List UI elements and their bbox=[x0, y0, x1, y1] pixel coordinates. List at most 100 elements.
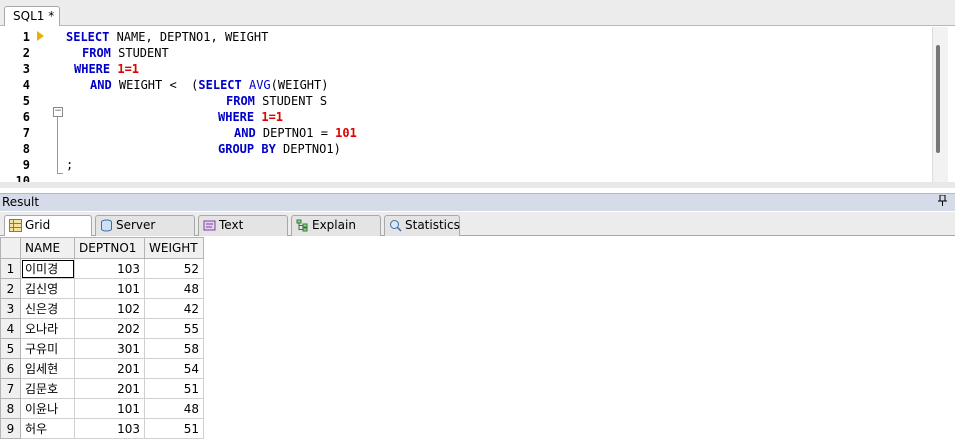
tab-server-output[interactable]: Server Output bbox=[95, 215, 195, 251]
kw-by: BY bbox=[261, 142, 276, 156]
cell-deptno1[interactable]: 102 bbox=[74, 298, 145, 319]
line-number: 4 bbox=[22, 78, 30, 92]
cell-deptno1[interactable]: 202 bbox=[74, 318, 145, 339]
table-row[interactable]: 4 오나라 202 55 bbox=[0, 318, 204, 339]
kw-select: SELECT bbox=[66, 30, 110, 44]
code-line-3: WHERE 1=1 bbox=[74, 62, 139, 76]
code-semicolon: ; bbox=[66, 158, 74, 172]
row-number[interactable]: 7 bbox=[0, 378, 21, 399]
table-row[interactable]: 5 구유미 301 58 bbox=[0, 338, 204, 359]
line-number: 1 bbox=[22, 30, 30, 44]
cell-name[interactable]: 이미경 bbox=[20, 258, 75, 279]
cell-deptno1[interactable]: 101 bbox=[74, 278, 145, 299]
grid-result-icon bbox=[9, 219, 22, 232]
code-column: DEPTNO1) bbox=[275, 142, 341, 156]
cell-deptno1[interactable]: 201 bbox=[74, 378, 145, 399]
table-row[interactable]: 8 이윤나 101 48 bbox=[0, 398, 204, 419]
cell-weight[interactable]: 54 bbox=[144, 358, 204, 379]
row-number[interactable]: 4 bbox=[0, 318, 21, 339]
cell-name[interactable]: 구유미 bbox=[20, 338, 75, 359]
cell-weight[interactable]: 52 bbox=[144, 258, 204, 279]
sql-editor[interactable]: − 1 2 3 4 5 6 7 8 9 10 SELECT NAME, DEPT… bbox=[0, 27, 955, 182]
explain-plan-icon bbox=[296, 219, 308, 232]
code-columns: NAME, DEPTNO1, WEIGHT bbox=[109, 30, 269, 44]
cell-weight[interactable]: 58 bbox=[144, 338, 204, 359]
table-row[interactable]: 7 김문호 201 51 bbox=[0, 378, 204, 399]
line-number: 9 bbox=[22, 158, 30, 172]
line-number: 10 bbox=[15, 174, 30, 182]
cell-name[interactable]: 허우 bbox=[20, 418, 75, 439]
cell-deptno1[interactable]: 103 bbox=[74, 418, 145, 439]
line-number: 7 bbox=[22, 126, 30, 140]
code-condition: WEIGHT < ( bbox=[111, 78, 199, 92]
fn-avg: AVG bbox=[248, 78, 271, 92]
kw-from: FROM bbox=[226, 94, 255, 108]
line-number: 8 bbox=[22, 142, 30, 156]
table-row[interactable]: 2 김신영 101 48 bbox=[0, 278, 204, 299]
cell-name[interactable]: 신은경 bbox=[20, 298, 75, 319]
cell-weight[interactable]: 55 bbox=[144, 318, 204, 339]
column-header-name[interactable]: NAME bbox=[20, 237, 75, 259]
kw-and: AND bbox=[90, 78, 112, 92]
editor-vertical-scrollbar[interactable] bbox=[932, 27, 948, 182]
code-line-1: SELECT NAME, DEPTNO1, WEIGHT bbox=[66, 30, 268, 44]
text-output-icon bbox=[203, 220, 216, 231]
table-row[interactable]: 9 허우 103 51 bbox=[0, 418, 204, 439]
cell-deptno1[interactable]: 201 bbox=[74, 358, 145, 379]
code-literal: 1=1 bbox=[261, 110, 284, 124]
header-row: NAME DEPTNO1 WEIGHT bbox=[0, 237, 204, 259]
cell-name[interactable]: 오나라 bbox=[20, 318, 75, 339]
code-line-9: ; bbox=[66, 158, 73, 172]
code-literal: 101 bbox=[335, 126, 357, 140]
grid-corner[interactable] bbox=[0, 237, 21, 259]
code-line-8: GROUP BY DEPTNO1) bbox=[218, 142, 341, 156]
fold-guide-end bbox=[57, 173, 63, 174]
cell-deptno1[interactable]: 103 bbox=[74, 258, 145, 279]
cell-weight[interactable]: 51 bbox=[144, 418, 204, 439]
line-number: 2 bbox=[22, 46, 30, 60]
row-number[interactable]: 5 bbox=[0, 338, 21, 359]
tab-statistics[interactable]: Statistics bbox=[384, 215, 460, 236]
code-line-4: AND WEIGHT < (SELECT AVG(WEIGHT) bbox=[90, 78, 328, 92]
tab-sql1[interactable]: SQL1 * bbox=[4, 6, 60, 26]
fold-guide bbox=[57, 117, 58, 173]
table-row[interactable]: 1 이미경 103 52 bbox=[0, 258, 204, 279]
row-number[interactable]: 2 bbox=[0, 278, 21, 299]
cell-weight[interactable]: 42 bbox=[144, 298, 204, 319]
column-header-weight[interactable]: WEIGHT bbox=[144, 237, 204, 259]
kw-group: GROUP bbox=[218, 142, 255, 156]
cell-weight[interactable]: 48 bbox=[144, 278, 204, 299]
result-grid[interactable]: NAME DEPTNO1 WEIGHT 1 이미경 103 52 2 김신영 1… bbox=[0, 236, 955, 443]
cell-weight[interactable]: 51 bbox=[144, 378, 204, 399]
line-number: 5 bbox=[22, 94, 30, 108]
tab-explain-plan[interactable]: Explain Plan bbox=[291, 215, 381, 251]
cell-weight[interactable]: 48 bbox=[144, 398, 204, 419]
tab-text-output[interactable]: Text Output bbox=[198, 215, 288, 251]
table-row[interactable]: 6 임세현 201 54 bbox=[0, 358, 204, 379]
cell-deptno1[interactable]: 301 bbox=[74, 338, 145, 359]
cell-name[interactable]: 임세현 bbox=[20, 358, 75, 379]
kw-from: FROM bbox=[82, 46, 111, 60]
splitter[interactable] bbox=[0, 182, 955, 188]
cell-name[interactable]: 김신영 bbox=[20, 278, 75, 299]
line-number: 3 bbox=[22, 62, 30, 76]
tab-grid-result[interactable]: Grid Result bbox=[4, 215, 92, 251]
code-line-7: AND DEPTNO1 = 101 bbox=[234, 126, 357, 140]
cell-deptno1[interactable]: 101 bbox=[74, 398, 145, 419]
table-row[interactable]: 3 신은경 102 42 bbox=[0, 298, 204, 319]
fold-collapse-icon[interactable]: − bbox=[53, 107, 63, 117]
editor-scroll-thumb[interactable] bbox=[936, 45, 940, 153]
kw-and: AND bbox=[234, 126, 256, 140]
row-number[interactable]: 9 bbox=[0, 418, 21, 439]
result-table: NAME DEPTNO1 WEIGHT 1 이미경 103 52 2 김신영 1… bbox=[0, 237, 204, 439]
row-number[interactable]: 1 bbox=[0, 258, 21, 279]
statistics-icon bbox=[390, 220, 402, 232]
column-header-deptno1[interactable]: DEPTNO1 bbox=[74, 237, 145, 259]
pin-icon[interactable] bbox=[938, 194, 947, 209]
cell-name[interactable]: 김문호 bbox=[20, 378, 75, 399]
row-number[interactable]: 8 bbox=[0, 398, 21, 419]
kw-where: WHERE bbox=[74, 62, 111, 76]
row-number[interactable]: 3 bbox=[0, 298, 21, 319]
cell-name[interactable]: 이윤나 bbox=[20, 398, 75, 419]
row-number[interactable]: 6 bbox=[0, 358, 21, 379]
